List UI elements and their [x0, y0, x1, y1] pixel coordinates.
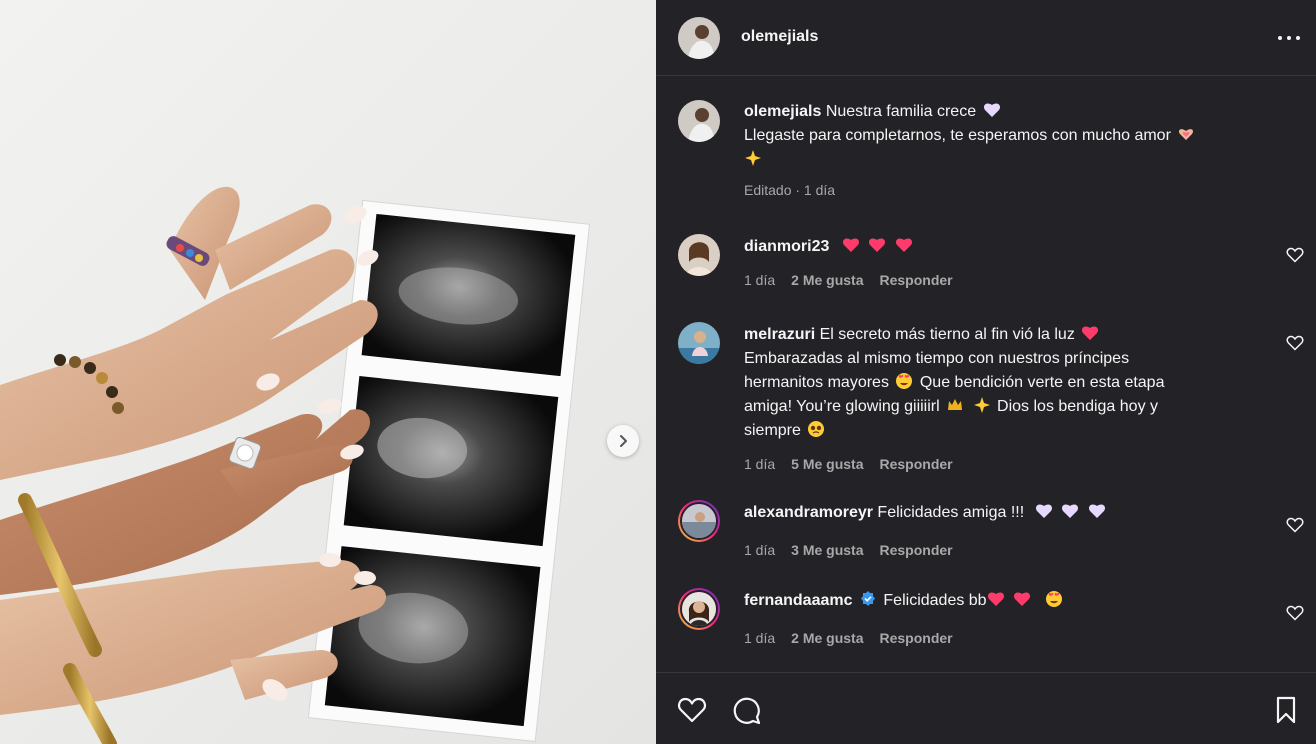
ultrasound-photo [0, 186, 591, 744]
heart-emoji-icon [842, 238, 859, 252]
comment-likes-count[interactable]: 2 Me gusta [791, 630, 863, 646]
comment-age: 1 día [744, 630, 776, 646]
comment-line-4a: amiga! You’re glowing giiiiirl [744, 398, 940, 415]
verified-badge-icon [860, 591, 875, 606]
post-caption: olemejials Nuestra familia crece Llegast… [656, 98, 1316, 208]
heart-emoji-icon [869, 238, 886, 252]
caption-line-1: Nuestra familia crece [825, 103, 977, 120]
comment-age: 1 día [744, 456, 776, 472]
comment-meta: 1 día 5 Me gusta Responder [744, 456, 953, 472]
comment-like-heart-icon[interactable] [1286, 334, 1304, 352]
comment-text: fernandaaamc Felicidades bb [744, 589, 1274, 613]
post-photo[interactable] [0, 0, 656, 744]
reply-button[interactable]: Responder [880, 272, 953, 288]
comment-age: 1 día [744, 542, 776, 558]
white-heart-emoji-icon [983, 103, 1000, 117]
comment-text: melrazuri El secreto más tierno al fin v… [744, 323, 1274, 443]
sparkles-emoji-icon [745, 150, 761, 166]
post-side-panel: olemejials olemejials Nuestra familia cr… [656, 0, 1316, 744]
heart-eyes-emoji-icon [896, 373, 913, 389]
commenter-username[interactable]: dianmori23 [744, 238, 829, 255]
caption-username[interactable]: olemejials [744, 103, 821, 120]
sparkles-emoji-icon [973, 397, 990, 413]
comment-likes-count[interactable]: 2 Me gusta [791, 272, 863, 288]
comment-likes-count[interactable]: 5 Me gusta [791, 456, 863, 472]
author-avatar[interactable] [678, 17, 720, 59]
comment-line-2: Embarazadas al mismo tiempo con nuestros… [744, 350, 1130, 367]
caption-line-2: Llegaste para completarnos, te esperamos… [744, 127, 1171, 144]
chevron-right-icon [620, 435, 627, 447]
heart-emoji-icon [1014, 592, 1031, 606]
author-avatar[interactable] [678, 100, 720, 142]
comment-meta: 1 día 2 Me gusta Responder [744, 272, 953, 288]
white-heart-emoji-icon [1062, 504, 1079, 518]
reply-button[interactable]: Responder [880, 542, 953, 558]
white-heart-emoji-icon [1088, 504, 1105, 518]
pleading-face-emoji-icon [808, 421, 825, 437]
comment-body: Felicidades amiga !!! [877, 504, 1025, 521]
comment-text: alexandramoreyr Felicidades amiga !!! [744, 501, 1274, 525]
comment-likes-count[interactable]: 3 Me gusta [791, 542, 863, 558]
commenter-avatar[interactable] [678, 234, 720, 276]
heart-eyes-emoji-icon [1046, 591, 1063, 607]
post-header: olemejials [656, 0, 1316, 76]
reply-button[interactable]: Responder [880, 630, 953, 646]
comment-meta: 1 día 2 Me gusta Responder [744, 630, 953, 646]
post-viewer: olemejials olemejials Nuestra familia cr… [0, 0, 1316, 744]
commenter-username[interactable]: alexandramoreyr [744, 504, 873, 521]
commenter-avatar[interactable] [678, 322, 720, 364]
comment-item: alexandramoreyr Felicidades amiga !!! 1 … [656, 500, 1316, 570]
white-heart-emoji-icon [1035, 504, 1052, 518]
crown-emoji-icon [948, 399, 963, 410]
caption-meta: Editado · 1 día [744, 182, 835, 198]
comment-body: Felicidades bb [883, 592, 987, 609]
bookmark-icon[interactable] [1270, 694, 1302, 726]
comment-like-heart-icon[interactable] [1286, 516, 1304, 534]
commenter-avatar-story-ring[interactable] [678, 500, 720, 542]
caption-edited-time: Editado · 1 día [744, 182, 836, 198]
heart-hands-emoji-icon [1179, 129, 1194, 140]
caption-text: olemejials Nuestra familia crece Llegast… [744, 100, 1274, 172]
comment-item: dianmori23 1 día 2 Me gusta Responder [656, 234, 1316, 304]
comment-like-heart-icon[interactable] [1286, 604, 1304, 622]
commenter-username[interactable]: melrazuri [744, 326, 815, 343]
comment-item: melrazuri El secreto más tierno al fin v… [656, 322, 1316, 482]
next-photo-button[interactable] [607, 425, 639, 457]
comment-line-5: siempre [744, 422, 801, 439]
comment-meta: 1 día 3 Me gusta Responder [744, 542, 953, 558]
heart-emoji-icon [987, 592, 1004, 606]
comment-age: 1 día [744, 272, 776, 288]
comment-item: fernandaaamc Felicidades bb 1 día 2 Me g… [656, 588, 1316, 658]
comments-list[interactable]: olemejials Nuestra familia crece Llegast… [656, 76, 1316, 672]
comment-line-4b: Dios los bendiga hoy y [997, 398, 1159, 415]
comment-line-3b: Que bendición verte en esta etapa [919, 374, 1165, 391]
post-actions-bar [656, 672, 1316, 744]
heart-emoji-icon [895, 238, 912, 252]
commenter-username[interactable]: fernandaaamc [744, 592, 853, 609]
heart-emoji-icon [1082, 326, 1099, 340]
author-username[interactable]: olemejials [741, 28, 818, 46]
comment-like-heart-icon[interactable] [1286, 246, 1304, 264]
comment-line-3a: hermanitos mayores [744, 374, 889, 391]
heart-outline-icon[interactable] [676, 694, 708, 726]
reply-button[interactable]: Responder [880, 456, 953, 472]
comment-text: dianmori23 [744, 235, 1274, 259]
commenter-avatar-story-ring[interactable] [678, 588, 720, 630]
more-horizontal-icon[interactable] [1274, 26, 1304, 50]
comment-bubble-icon[interactable] [730, 694, 762, 726]
comment-line-1: El secreto más tierno al fin vió la luz [819, 326, 1075, 343]
